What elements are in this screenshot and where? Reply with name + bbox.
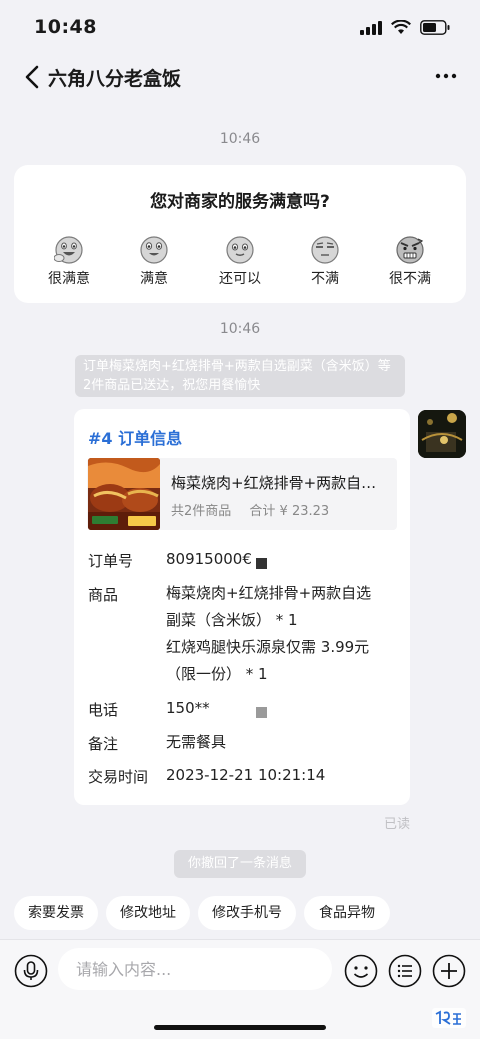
rating-unsatisfied[interactable]: 不满	[285, 235, 365, 288]
rating-label: 还可以	[219, 271, 261, 287]
goods-line: 红烧鸡腿快乐源泉仅需 3.99元	[166, 638, 370, 656]
quick-reply-change-phone[interactable]: 修改手机号	[198, 896, 296, 930]
input-bar	[0, 939, 480, 1039]
product-thumbnail	[88, 458, 160, 530]
message-timestamp: 10:46	[219, 131, 261, 147]
neutral-face-icon	[226, 236, 254, 264]
product-name: 梅菜烧肉+红烧排骨+两款自选副菜（含米饭）	[171, 474, 391, 492]
battery-icon	[420, 20, 450, 35]
quick-reply-invoice[interactable]: 索要发票	[14, 896, 98, 930]
note-label: 备注	[88, 735, 119, 753]
quick-reply-foreign-object[interactable]: 食品异物	[304, 896, 390, 930]
privacy-mask	[256, 558, 267, 569]
phone-value: 150**	[166, 699, 210, 717]
rating-label: 很不满	[389, 271, 431, 287]
rating-label: 不满	[311, 271, 339, 287]
nav-bar: 六角八分老盒饭	[0, 56, 480, 100]
site-watermark-logo	[432, 1008, 466, 1028]
microphone-icon[interactable]	[14, 954, 48, 988]
order-info-card[interactable]: #4 订单信息 梅菜烧肉+红烧排骨+两款自选副菜（含米饭） 共2件商品 合计 ¥…	[74, 409, 410, 805]
item-count: 共2件商品	[171, 504, 232, 519]
wifi-icon	[391, 20, 411, 34]
privacy-mask	[256, 707, 267, 718]
delivery-notice: 订单梅菜烧肉+红烧排骨+两款自选副菜（含米饭）等2件商品已送达，祝您用餐愉快	[75, 355, 405, 397]
rating-label: 很满意	[48, 271, 90, 287]
rating-satisfied[interactable]: 满意	[114, 235, 194, 288]
product-meta: 共2件商品 合计 ¥ 23.23	[171, 500, 343, 519]
survey-question: 您对商家的服务满意吗?	[150, 192, 330, 212]
status-icons	[360, 20, 450, 35]
recall-notice: 你撤回了一条消息	[174, 850, 306, 878]
rating-neutral[interactable]: 还可以	[200, 235, 280, 288]
satisfied-face-icon	[140, 236, 168, 264]
avatar[interactable]	[418, 410, 466, 458]
status-time: 10:48	[34, 16, 97, 38]
goods-line: 梅菜烧肉+红烧排骨+两款自选	[166, 584, 372, 602]
order-total: 合计 ¥ 23.23	[249, 504, 330, 519]
home-indicator[interactable]	[154, 1025, 326, 1030]
phone-label: 电话	[88, 701, 119, 719]
trade-time-value: 2023-12-21 10:21:14	[166, 766, 326, 784]
plus-icon[interactable]	[432, 954, 466, 988]
list-menu-icon[interactable]	[388, 954, 422, 988]
product-summary[interactable]: 梅菜烧肉+红烧排骨+两款自选副菜（含米饭） 共2件商品 合计 ¥ 23.23	[87, 458, 397, 530]
note-value: 无需餐具	[166, 733, 227, 751]
trade-time-label: 交易时间	[88, 768, 149, 786]
unsatisfied-face-icon	[311, 236, 339, 264]
angry-face-icon	[396, 236, 424, 264]
goods-label: 商品	[88, 586, 119, 604]
rating-very-satisfied[interactable]: 很满意	[29, 235, 109, 288]
cellular-signal-icon	[360, 20, 382, 35]
quick-reply-change-address[interactable]: 修改地址	[106, 896, 190, 930]
message-input[interactable]	[58, 948, 332, 990]
status-bar: 10:48	[0, 0, 480, 56]
read-status: 已读	[383, 817, 410, 832]
back-arrow-icon[interactable]	[22, 64, 46, 90]
message-timestamp: 10:46	[219, 321, 261, 337]
satisfaction-survey-card: 您对商家的服务满意吗? 很满意 满意 还可以 不满 很不满	[14, 165, 466, 303]
order-card-title: #4 订单信息	[88, 429, 183, 448]
page-title: 六角八分老盒饭	[48, 68, 182, 90]
very-satisfied-face-icon	[54, 236, 83, 264]
order-number-value: 80915000€	[166, 550, 252, 568]
rating-very-unsatisfied[interactable]: 很不满	[370, 235, 450, 288]
goods-line: （限一份） * 1	[166, 665, 268, 683]
emoji-icon[interactable]	[344, 954, 378, 988]
rating-label: 满意	[140, 271, 168, 287]
goods-line: 副菜（含米饭） * 1	[166, 611, 298, 629]
more-options-icon[interactable]	[434, 66, 458, 86]
order-number-label: 订单号	[88, 552, 134, 570]
